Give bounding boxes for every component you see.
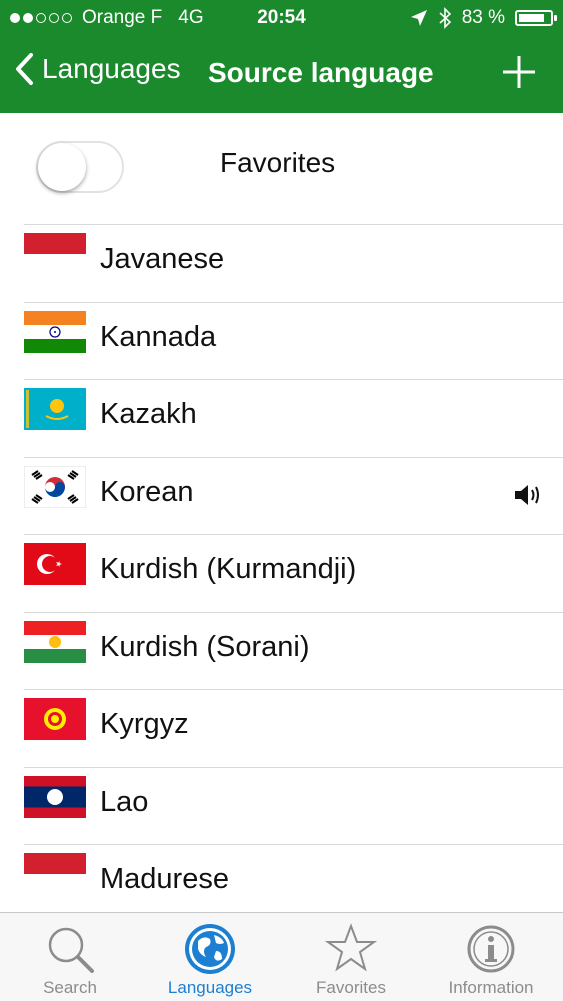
language-name: Kurdish (Sorani) <box>100 630 310 663</box>
kyrgyzstan-flag-icon <box>24 698 86 740</box>
back-button[interactable]: Languages <box>14 52 181 86</box>
javanese-flag-icon <box>24 233 86 275</box>
kurdistan-flag-icon <box>24 620 86 663</box>
list-item-javanese[interactable]: Javanese <box>24 224 563 302</box>
list-item-madurese[interactable]: Madurese <box>24 844 563 922</box>
navigation-bar: Languages Source language <box>0 40 563 110</box>
battery-percent: 83 % <box>461 7 505 28</box>
tab-label: Information <box>448 978 534 997</box>
india-flag-icon <box>24 310 86 353</box>
favorites-toggle[interactable] <box>36 141 124 193</box>
list-item-kyrgyz[interactable]: Kyrgyz <box>24 689 563 767</box>
language-name: Kurdish (Kurmandji) <box>100 553 357 585</box>
laos-flag-icon <box>24 775 86 818</box>
language-name: Korean <box>100 475 194 508</box>
info-icon <box>467 925 515 973</box>
bluetooth-icon <box>439 7 451 29</box>
star-icon <box>324 923 378 972</box>
list-item-korean[interactable]: Korean <box>24 456 563 535</box>
tab-label: Favorites <box>316 978 386 997</box>
language-name: Javanese <box>100 243 225 275</box>
plus-icon[interactable] <box>501 54 537 90</box>
list-item-kurdish-kurmandji[interactable]: Kurdish (Kurmandji) <box>24 534 563 612</box>
tab-bar: Search Languages Favorites Information <box>0 912 563 1001</box>
tab-label: Search <box>43 978 97 997</box>
language-name: Kannada <box>100 320 217 353</box>
tab-information[interactable]: Information <box>421 913 561 1001</box>
app-header: Orange F 4G 20:54 83 % Languages Source … <box>0 0 563 113</box>
tab-languages[interactable]: Languages <box>140 913 280 1001</box>
kazakhstan-flag-icon <box>24 388 86 430</box>
list-item-lao[interactable]: Lao <box>24 766 563 845</box>
list-item-kazakh[interactable]: Kazakh <box>24 379 563 457</box>
language-name: Madurese <box>100 863 229 895</box>
language-name: Kazakh <box>100 398 197 430</box>
magnifier-icon <box>48 927 94 973</box>
list-item-kannada[interactable]: Kannada <box>24 301 563 380</box>
language-list: Javanese Kannada Kazakh Korean Kurdish (… <box>0 224 563 922</box>
list-item-kurdish-sorani[interactable]: Kurdish (Sorani) <box>24 611 563 690</box>
page-title: Source language <box>208 57 434 88</box>
tab-label: Languages <box>167 978 253 997</box>
tab-search[interactable]: Search <box>0 913 140 1001</box>
location-arrow-icon <box>410 10 427 26</box>
back-button-label: Languages <box>42 53 181 84</box>
globe-icon <box>185 924 235 974</box>
favorites-label: Favorites <box>220 147 336 178</box>
speaker-icon[interactable] <box>513 482 543 508</box>
favorites-filter-row: Favorites <box>0 113 563 224</box>
language-name: Kyrgyz <box>100 708 189 740</box>
tab-favorites[interactable]: Favorites <box>281 913 421 1001</box>
chevron-left-icon <box>16 53 33 85</box>
toggle-knob <box>38 143 86 191</box>
language-name: Lao <box>100 785 149 818</box>
turkey-flag-icon <box>24 543 86 585</box>
south-korea-flag-icon <box>24 465 86 508</box>
battery-icon <box>515 10 557 26</box>
madurese-flag-icon <box>24 853 86 895</box>
status-bar: Orange F 4G 20:54 83 % <box>0 0 563 36</box>
